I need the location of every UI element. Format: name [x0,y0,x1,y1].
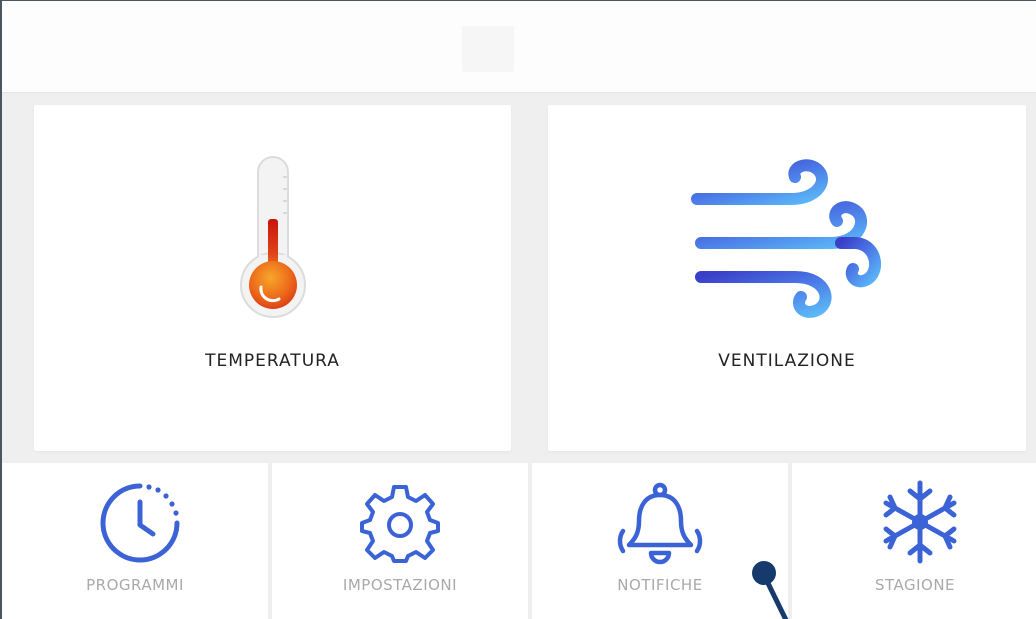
ventilation-label: VENTILAZIONE [718,351,856,371]
bell-icon [615,481,705,565]
temperature-card[interactable]: TEMPERATURA [34,105,511,451]
snowflake-icon [878,479,962,565]
gear-icon [358,481,442,565]
temperature-label: TEMPERATURA [205,351,340,371]
thermometer-icon [239,155,309,327]
ventilation-card[interactable]: VENTILAZIONE [548,105,1026,451]
wind-icon [691,155,891,325]
programs-tile[interactable]: PROGRAMMI [2,463,268,619]
clock-icon [97,480,183,566]
season-tile[interactable]: STAGIONE [792,463,1036,619]
pointer-pin-icon [742,557,802,619]
season-label: STAGIONE [874,576,956,594]
programs-label: PROGRAMMI [86,576,184,594]
brand-logo [462,26,514,72]
settings-tile[interactable]: IMPOSTAZIONI [272,463,528,619]
settings-label: IMPOSTAZIONI [342,576,458,594]
header-bar [2,1,1036,93]
app-frame: TEMPERATURA VENTILAZIONE PROGRAMMI IMPOS… [0,0,1036,619]
